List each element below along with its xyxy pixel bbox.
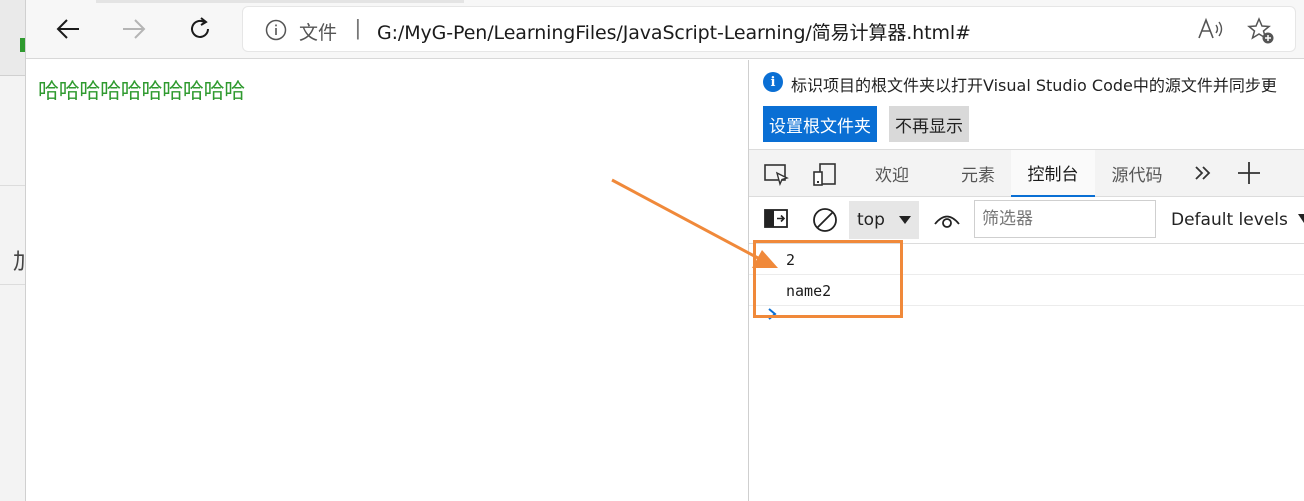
set-root-folder-button[interactable]: 设置根文件夹 <box>763 106 877 142</box>
background-window-strip: 加 <box>0 0 26 501</box>
infobar-message: 标识项目的根文件夹以打开Visual Studio Code中的源文件并同步更 <box>791 76 1277 95</box>
tab-label: 控制台 <box>1027 165 1079 185</box>
tab-label: 源代码 <box>1111 166 1163 186</box>
tab-sources[interactable]: 源代码 <box>1101 150 1173 197</box>
page-text: 哈哈哈哈哈哈哈哈哈哈 <box>38 79 245 103</box>
browser-toolbar: 文件 | G:/MyG-Pen/LearningFiles/JavaScript… <box>26 0 1304 59</box>
tab-label: 欢迎 <box>875 166 909 186</box>
info-icon: i <box>763 72 783 92</box>
annotation-highlight-box <box>753 240 903 318</box>
clear-console-icon[interactable] <box>811 206 839 239</box>
add-tab-icon[interactable] <box>1237 161 1261 190</box>
site-info-icon[interactable] <box>265 19 287 46</box>
forward-button[interactable] <box>114 10 154 48</box>
device-emulation-icon[interactable] <box>811 162 839 193</box>
tab-console[interactable]: 控制台 <box>1011 150 1095 197</box>
context-selector-value: top <box>857 210 885 230</box>
live-expression-eye-icon[interactable] <box>933 211 961 236</box>
log-levels-dropdown[interactable]: Default levels <box>1171 210 1304 230</box>
back-button[interactable] <box>48 10 88 48</box>
more-tabs-icon[interactable] <box>1193 163 1213 188</box>
caret-down-icon <box>1297 214 1304 223</box>
inspect-element-icon[interactable] <box>763 162 791 191</box>
address-bar[interactable]: 文件 | G:/MyG-Pen/LearningFiles/JavaScript… <box>242 6 1296 52</box>
divider <box>0 185 25 186</box>
devtools-infobar: i 标识项目的根文件夹以打开Visual Studio Code中的源文件并同步… <box>749 60 1304 149</box>
devtools-tabbar: 欢迎 元素 控制台 源代码 <box>749 149 1304 197</box>
address-separator: | <box>355 15 361 40</box>
reload-button[interactable] <box>180 10 220 48</box>
background-window-partial-text: 加 <box>13 244 25 276</box>
divider <box>0 284 25 285</box>
add-favorite-icon[interactable] <box>1247 17 1275 50</box>
tab-label: 元素 <box>961 166 995 186</box>
address-scheme-label: 文件 <box>299 22 338 44</box>
arrow-left-icon <box>56 19 79 39</box>
sidebar-toggle-icon[interactable] <box>763 207 789 236</box>
tab-strip-edge <box>96 0 464 3</box>
dont-show-again-button[interactable]: 不再显示 <box>889 106 969 142</box>
context-selector[interactable]: top <box>849 201 919 239</box>
tab-elements[interactable]: 元素 <box>945 150 1011 197</box>
arrow-right-icon <box>123 19 146 39</box>
console-filter-input[interactable] <box>974 200 1156 238</box>
address-url[interactable]: G:/MyG-Pen/LearningFiles/JavaScript-Lear… <box>377 18 971 45</box>
read-aloud-icon[interactable] <box>1197 17 1225 46</box>
chevron-down-icon <box>899 216 911 224</box>
console-toolbar: top Default levels <box>749 197 1304 244</box>
tab-welcome[interactable]: 欢迎 <box>859 150 925 197</box>
log-levels-label: Default levels <box>1171 210 1288 230</box>
page-viewport: 哈哈哈哈哈哈哈哈哈哈 <box>26 60 748 501</box>
refresh-icon <box>191 17 209 38</box>
